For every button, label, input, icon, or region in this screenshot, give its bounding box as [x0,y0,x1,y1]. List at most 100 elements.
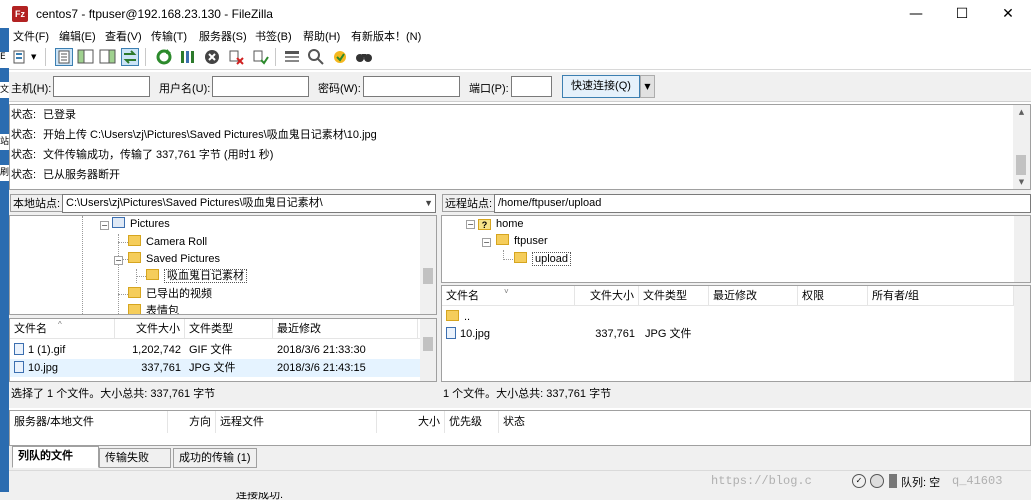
collapse-icon[interactable]: − [100,221,109,230]
collapse-icon[interactable]: − [114,256,123,265]
reconnect-icon[interactable] [251,48,269,66]
file-row[interactable]: 1 (1).gif 1,202,742 GIF 文件 2018/3/6 21:3… [10,341,436,359]
queue-column-remote-file[interactable]: 远程文件 [216,411,377,433]
scroll-down-icon[interactable]: ▼ [1013,175,1030,189]
local-tree-scrollbar[interactable] [420,216,436,314]
menu-edit[interactable]: 编辑(E) [59,28,96,44]
column-filename[interactable]: 文件名 ˅ [442,286,575,306]
column-modified[interactable]: 最近修改 [709,286,798,306]
folder-open-icon [514,252,527,263]
file-row-selected[interactable]: 10.jpg 337,761 JPG 文件 2018/3/6 21:43:15 [10,359,436,377]
toggle-queue-icon[interactable] [121,48,139,66]
tab-failed-transfers[interactable]: 传输失败 (1) [99,448,171,482]
local-list-scrollbar[interactable] [420,319,436,381]
queue-column-local-file[interactable]: 服务器/本地文件 [10,411,168,433]
file-name: 10.jpg [28,362,58,374]
username-input[interactable] [212,76,309,97]
tree-node[interactable]: Pictures [112,216,170,233]
menu-transfer[interactable]: 传输(T) [151,28,187,44]
sort-ascending-icon: ˅ [504,287,509,296]
host-label: 主机(H): [11,83,52,95]
queue-tabs: 列队的文件 传输失败 (1) 成功的传输 (1) [9,446,1031,482]
close-button[interactable]: ✕ [985,0,1031,28]
synchronized-browsing-icon[interactable] [331,48,349,66]
log-text: 文件传输成功，传输了 337,761 字节 (用时1 秒) [43,149,274,161]
menu-help[interactable]: 帮助(H) [303,28,340,44]
cancel-operation-icon[interactable] [203,48,221,66]
host-input[interactable] [53,76,150,97]
port-input[interactable] [511,76,552,97]
tree-node[interactable]: Saved Pictures [128,251,220,268]
log-line: 状态: 文件传输成功，传输了 337,761 字节 (用时1 秒) [11,145,273,165]
column-filesize[interactable]: 文件大小 [115,319,185,339]
collapse-icon[interactable]: − [482,238,491,247]
disconnect-icon[interactable] [227,48,245,66]
tab-queued-files[interactable]: 列队的文件 [12,446,99,468]
process-queue-icon[interactable] [179,48,197,66]
menu-view[interactable]: 查看(V) [105,28,142,44]
scroll-thumb[interactable] [423,337,433,351]
toggle-local-tree-icon[interactable] [77,48,95,66]
tree-node[interactable]: ftpuser [496,233,548,250]
menu-bookmarks[interactable]: 书签(B) [255,28,292,44]
folder-icon [128,287,141,298]
scroll-thumb[interactable] [423,268,433,284]
column-owner-group[interactable]: 所有者/组 [868,286,1014,306]
column-filetype[interactable]: 文件类型 [185,319,273,339]
scroll-up-icon[interactable]: ▲ [1013,105,1030,119]
tree-node[interactable]: ? home [478,216,524,233]
column-filetype[interactable]: 文件类型 [639,286,709,306]
menu-new-version[interactable]: 有新版本！(N) [351,28,421,44]
remote-path-input[interactable]: /home/ftpuser/upload [494,194,1031,213]
tree-node-selected[interactable]: 吸血鬼日记素材 [146,268,247,285]
directory-comparison-icon[interactable] [307,48,325,66]
file-row[interactable]: 10.jpg 337,761 JPG 文件 [442,325,1030,343]
remote-tree-scrollbar[interactable] [1014,216,1030,282]
directory-listing-filters-icon[interactable] [283,48,301,66]
toggle-remote-tree-icon[interactable] [99,48,117,66]
tab-successful-transfers[interactable]: 成功的传输 (1) [173,448,257,468]
log-scrollbar[interactable]: ▲ ▼ [1013,105,1030,189]
column-filesize[interactable]: 文件大小 [575,286,639,306]
queue-column-size[interactable]: 大小 [377,411,445,433]
file-row[interactable]: .. [442,308,1030,326]
quickconnect-button[interactable]: 快速连接(Q) [562,75,640,98]
tree-node-selected[interactable]: upload [514,251,572,268]
tree-node[interactable]: 已导出的视频 [128,286,212,303]
search-files-icon[interactable] [355,48,373,66]
file-type: JPG 文件 [645,328,692,340]
file-name-cell: 10.jpg [446,325,490,343]
quickconnect-history-dropdown[interactable]: ▼ [640,75,655,98]
site-manager-dropdown-icon[interactable]: ▼ [31,48,41,66]
password-input[interactable] [363,76,460,97]
tree-line [118,234,119,314]
speed-limit-icon[interactable] [870,474,884,488]
file-name: 1 (1).gif [28,344,66,356]
refresh-icon[interactable] [155,48,173,66]
site-manager-icon[interactable] [13,48,31,66]
title-bar[interactable]: Fz centos7 - ftpuser@192.168.23.130 - Fi… [0,0,1031,28]
column-modified[interactable]: 最近修改 [273,319,418,339]
toggle-log-icon[interactable] [55,48,73,66]
local-path-input[interactable]: C:\Users\zj\Pictures\Saved Pictures\吸血鬼日… [62,194,436,213]
tree-node[interactable]: Camera Roll [128,234,207,251]
minimize-button[interactable]: — [893,0,939,28]
queue-column-direction[interactable]: 方向 [168,411,216,433]
log-line: 状态: 开始上传 C:\Users\zj\Pictures\Saved Pictu… [11,125,377,145]
unknown-folder-icon: ? [478,219,491,230]
queue-column-priority[interactable]: 优先级 [445,411,499,433]
chevron-down-icon[interactable]: ▼ [424,195,433,212]
collapse-icon[interactable]: − [466,220,475,229]
column-permissions[interactable]: 权限 [798,286,868,306]
menu-file[interactable]: 文件(F) [13,28,49,44]
maximize-button[interactable]: ☐ [939,0,985,28]
log-key: 状态: [11,129,37,141]
queue-column-status[interactable]: 状态 [499,411,619,433]
menu-server[interactable]: 服务器(S) [199,28,247,44]
scroll-thumb[interactable] [1016,155,1026,175]
toolbar-separator [145,48,146,66]
remote-list-scrollbar[interactable] [1014,286,1030,381]
tree-node[interactable]: 表情包 [128,303,179,314]
port-label: 端口(P): [469,83,509,95]
column-filename[interactable]: 文件名 ^ [10,319,115,339]
